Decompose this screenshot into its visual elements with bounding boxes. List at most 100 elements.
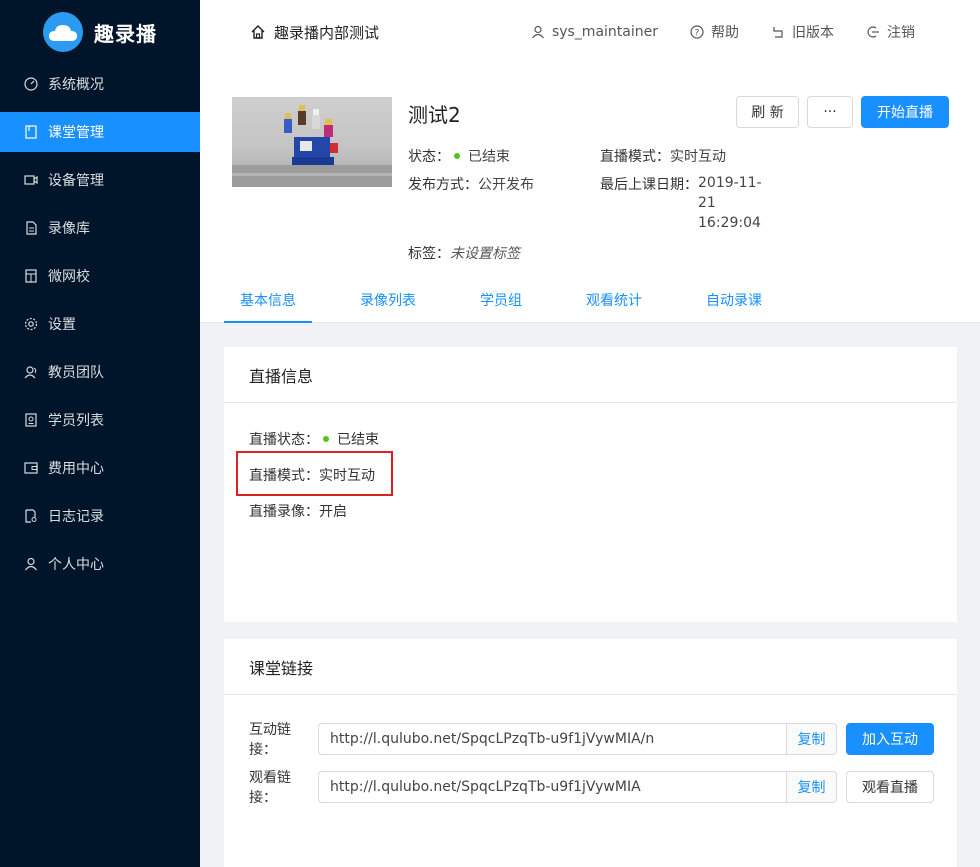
sidebar-item-personal-center[interactable]: 个人中心 — [0, 544, 200, 584]
copy-watch-link-button[interactable]: 复制 — [787, 771, 837, 803]
question-circle-icon: ? — [690, 25, 704, 39]
last-date-line3: 16:29:04 — [698, 215, 761, 231]
sidebar-menu: 系统概况 课堂管理 设备管理 录像库 微网校 设置 教员团队 学员列表 费用中心… — [0, 64, 200, 584]
tags-value: 未设置标签 — [450, 246, 520, 262]
live-mode-value: 实时互动 — [670, 149, 726, 165]
interact-link-input[interactable]: http://l.qulubo.net/SpqcLPzqTb-u9f1jVywM… — [318, 723, 787, 755]
sidebar-item-label: 设备管理 — [48, 173, 104, 189]
course-tabs: 基本信息 录像列表 学员组 观看统计 自动录课 — [224, 277, 810, 323]
watch-link-label: 观看链接： — [249, 770, 291, 806]
cloud-logo-icon — [43, 12, 83, 52]
gear-icon — [24, 317, 38, 331]
sidebar-item-overview[interactable]: 系统概况 — [0, 64, 200, 104]
sidebar-item-label: 个人中心 — [48, 557, 104, 573]
top-header: 趣录播内部测试 sys_maintainer ? 帮助 旧版本 注销 — [200, 0, 980, 64]
rollback-icon — [773, 27, 783, 38]
home-icon — [251, 25, 265, 39]
sidebar-item-label: 设置 — [48, 317, 76, 333]
sidebar-item-label: 学员列表 — [48, 413, 104, 429]
tab-view-stats[interactable]: 观看统计 — [570, 277, 658, 322]
dashboard-icon — [24, 77, 38, 91]
last-date-line1: 2019-11- — [698, 175, 762, 191]
highlight-box — [236, 451, 393, 496]
sidebar-item-label: 费用中心 — [48, 461, 104, 477]
course-thumbnail[interactable] — [232, 97, 392, 187]
status-field: 状态： 已结束 — [408, 146, 510, 166]
refresh-button[interactable]: 刷 新 — [736, 96, 799, 128]
watch-link-row: 观看链接： http://l.qulubo.net/SpqcLPzqTb-u9f… — [249, 767, 934, 807]
tags-label: 标签： — [408, 246, 450, 262]
username: sys_maintainer — [551, 24, 658, 40]
live-mode-field: 直播模式：实时互动 — [600, 146, 726, 166]
tab-basic-info[interactable]: 基本信息 — [224, 277, 312, 323]
status-dot — [454, 153, 460, 159]
live-status-field: 直播状态： 已结束 — [249, 429, 379, 449]
last-date-label: 最后上课日期： — [600, 177, 698, 193]
profile-icon — [24, 413, 38, 427]
sidebar-item-teacher-team[interactable]: 教员团队 — [0, 352, 200, 392]
book-icon — [24, 125, 38, 139]
sidebar-item-billing[interactable]: 费用中心 — [0, 448, 200, 488]
calculator-icon — [24, 269, 38, 283]
home-label: 趣录播内部测试 — [274, 23, 380, 42]
tab-auto-recording[interactable]: 自动录课 — [690, 277, 778, 322]
last-date-value: 2019-11- 21 16:29:04 — [698, 173, 762, 233]
live-mode-label: 直播模式： — [600, 149, 670, 165]
file-icon — [24, 221, 38, 235]
video-camera-icon — [24, 173, 38, 187]
live-recording-value: 开启 — [319, 504, 347, 520]
copy-interact-link-button[interactable]: 复制 — [787, 723, 837, 755]
sidebar-item-settings[interactable]: 设置 — [0, 304, 200, 344]
last-date-field: 最后上课日期： 2019-11- 21 16:29:04 — [600, 174, 762, 233]
logo[interactable]: 趣录播 — [0, 0, 200, 64]
status-label: 状态： — [408, 149, 450, 165]
live-info-card: 直播信息 直播状态： 已结束 直播模式：实时互动 直播录像：开启 — [224, 347, 957, 622]
class-links-card: 课堂链接 互动链接： http://l.qulubo.net/SpqcLPzqT… — [224, 639, 957, 867]
sidebar-item-label: 微网校 — [48, 269, 90, 285]
watch-link-input[interactable]: http://l.qulubo.net/SpqcLPzqTb-u9f1jVywM… — [318, 771, 787, 803]
user-menu[interactable]: sys_maintainer — [531, 24, 658, 40]
interact-link-row: 互动链接： http://l.qulubo.net/SpqcLPzqTb-u9f… — [249, 719, 934, 759]
tab-recording-list[interactable]: 录像列表 — [344, 277, 432, 322]
live-status-dot — [323, 436, 329, 442]
svg-text:?: ? — [695, 29, 700, 39]
help-label: 帮助 — [711, 25, 739, 41]
live-recording-field: 直播录像：开启 — [249, 501, 347, 521]
sidebar-item-course-management[interactable]: 课堂管理 — [0, 112, 200, 152]
home-link[interactable]: 趣录播内部测试 — [250, 22, 379, 43]
tags-field: 标签：未设置标签 — [408, 243, 520, 263]
old-version-link[interactable]: 旧版本 — [771, 22, 834, 42]
sidebar-item-micro-school[interactable]: 微网校 — [0, 256, 200, 296]
tab-student-groups[interactable]: 学员组 — [464, 277, 538, 322]
interact-link-label: 互动链接： — [249, 722, 291, 758]
live-status-label: 直播状态： — [249, 432, 319, 448]
sidebar: 趣录播 系统概况 课堂管理 设备管理 录像库 微网校 设置 教员团队 学员列表 … — [0, 0, 200, 867]
start-live-button[interactable]: 开始直播 — [861, 96, 949, 128]
sidebar-item-devices[interactable]: 设备管理 — [0, 160, 200, 200]
file-search-icon — [24, 509, 38, 523]
sidebar-item-label: 系统概况 — [48, 77, 104, 93]
course-header: 测试2 状态： 已结束 直播模式：实时互动 发布方式：公开发布 最后上课日期： 2… — [200, 64, 980, 323]
logout-icon — [867, 26, 879, 38]
watch-live-button[interactable]: 观看直播 — [846, 771, 934, 803]
last-date-line2: 21 — [698, 195, 716, 211]
team-icon — [24, 365, 38, 379]
sidebar-item-student-list[interactable]: 学员列表 — [0, 400, 200, 440]
join-interaction-button[interactable]: 加入互动 — [846, 723, 934, 755]
live-info-title: 直播信息 — [224, 347, 957, 403]
sidebar-item-label: 教员团队 — [48, 365, 104, 381]
sidebar-item-label: 录像库 — [48, 221, 90, 237]
sidebar-item-video-library[interactable]: 录像库 — [0, 208, 200, 248]
class-links-title: 课堂链接 — [224, 639, 957, 695]
help-link[interactable]: ? 帮助 — [690, 22, 739, 42]
live-recording-label: 直播录像： — [249, 504, 319, 520]
publish-label: 发布方式： — [408, 177, 478, 193]
publish-field: 发布方式：公开发布 — [408, 174, 534, 194]
logo-text: 趣录播 — [94, 21, 157, 46]
user-icon — [24, 557, 38, 571]
logout-link[interactable]: 注销 — [866, 22, 915, 42]
more-button[interactable]: ··· — [807, 96, 853, 128]
live-status-value: 已结束 — [337, 432, 379, 448]
sidebar-item-label: 日志记录 — [48, 509, 104, 525]
sidebar-item-logs[interactable]: 日志记录 — [0, 496, 200, 536]
